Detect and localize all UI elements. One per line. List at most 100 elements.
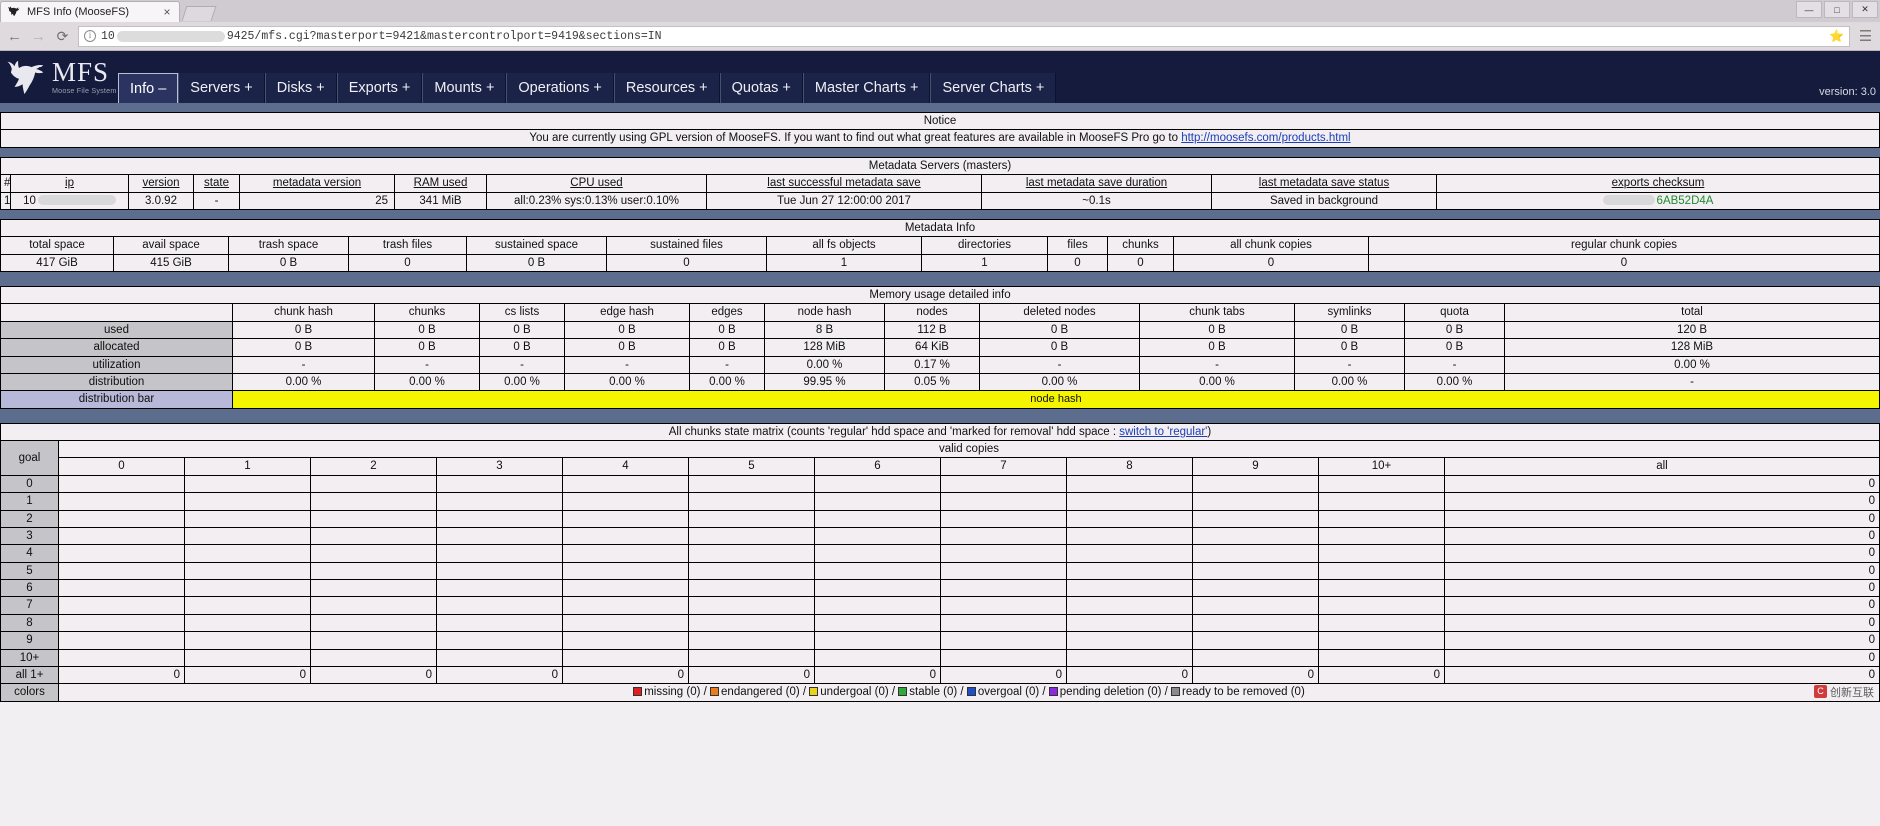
matrix-col-7: 7: [941, 458, 1067, 475]
masters-col-version[interactable]: version: [129, 175, 194, 192]
master-num: 1: [1, 192, 11, 209]
mi-val-sustained-files: 0: [607, 254, 767, 271]
matrix-cell: 0: [185, 666, 311, 683]
nav-tab-mounts[interactable]: Mounts +: [422, 73, 506, 103]
matrix-goal-10+: 10+: [1, 649, 59, 666]
matrix-cell: [941, 493, 1067, 510]
master-save-status: Saved in background: [1212, 192, 1437, 209]
mem-dist-chunk-tabs: 0.00 %: [1140, 373, 1295, 390]
mem-dist-symlinks: 0.00 %: [1295, 373, 1405, 390]
page-info-icon[interactable]: i: [84, 30, 96, 42]
master-ram-used: 341 MiB: [395, 192, 487, 209]
matrix-cell: [563, 545, 689, 562]
matrix-title-before: All chunks state matrix (counts 'regular…: [669, 426, 1119, 438]
matrix-cell: [185, 580, 311, 597]
matrix-cell: [1067, 562, 1193, 579]
back-icon[interactable]: ←: [6, 28, 23, 45]
maximize-icon[interactable]: □: [1824, 1, 1850, 18]
mi-val-trash-space: 0 B: [229, 254, 349, 271]
minimize-icon[interactable]: —: [1796, 1, 1822, 18]
masters-col-ip[interactable]: ip: [11, 175, 129, 192]
nav-tab-server-charts[interactable]: Server Charts +: [930, 73, 1056, 103]
url-text: 10 9425/mfs.cgi?masterport=9421&masterco…: [101, 30, 662, 43]
mem-dist-edges: 0.00 %: [690, 373, 765, 390]
legend-label: overgoal (0): [978, 686, 1039, 698]
mi-col-sustained-files: sustained files: [607, 237, 767, 254]
window-close-icon[interactable]: ✕: [1852, 1, 1878, 18]
masters-col-last-save[interactable]: last successful metadata save: [707, 175, 982, 192]
nav-tab-resources[interactable]: Resources +: [614, 73, 720, 103]
matrix-cell: [1067, 545, 1193, 562]
table-row: all 1+000000000000: [1, 666, 1880, 683]
matrix-cell: 0: [941, 666, 1067, 683]
table-row: 80: [1, 614, 1880, 631]
masters-col-ram-used[interactable]: RAM used: [395, 175, 487, 192]
matrix-cell: [689, 493, 815, 510]
table-row: allocated 0 B 0 B 0 B 0 B 0 B 128 MiB 64…: [1, 339, 1880, 356]
nav-tab-operations[interactable]: Operations +: [506, 73, 613, 103]
matrix-cell: [941, 562, 1067, 579]
address-bar[interactable]: i 10 9425/mfs.cgi?masterport=9421&master…: [78, 26, 1850, 47]
matrix-cell: 0: [1445, 632, 1880, 649]
matrix-title-row: All chunks state matrix (counts 'regular…: [1, 423, 1880, 440]
nav-tab-quotas[interactable]: Quotas +: [720, 73, 803, 103]
matrix-cell: [185, 475, 311, 492]
masters-col-cpu-used[interactable]: CPU used: [487, 175, 707, 192]
matrix-cell: [59, 649, 185, 666]
matrix-cell: [59, 580, 185, 597]
mem-col-symlinks: symlinks: [1295, 304, 1405, 321]
matrix-cell: [311, 597, 437, 614]
nav-tab-disks[interactable]: Disks +: [265, 73, 337, 103]
masters-col-metadata-version[interactable]: metadata version: [240, 175, 395, 192]
master-state: -: [194, 192, 240, 209]
mem-used-edges: 0 B: [690, 321, 765, 338]
moosefs-products-link[interactable]: http://moosefs.com/products.html: [1181, 132, 1350, 144]
matrix-cell: [185, 510, 311, 527]
matrix-cell: [311, 614, 437, 631]
new-tab-button[interactable]: [182, 6, 217, 21]
masters-col-save-duration[interactable]: last metadata save duration: [982, 175, 1212, 192]
matrix-cell: [1193, 614, 1319, 631]
matrix-cell: [1193, 510, 1319, 527]
notice-table: Notice You are currently using GPL versi…: [0, 112, 1880, 148]
masters-col-save-status[interactable]: last metadata save status: [1212, 175, 1437, 192]
table-row: 10: [1, 493, 1880, 510]
matrix-cell: [437, 493, 563, 510]
matrix-cell: [815, 580, 941, 597]
masters-col-state[interactable]: state: [194, 175, 240, 192]
menu-icon[interactable]: ☰: [1857, 27, 1874, 45]
mem-alloc-symlinks: 0 B: [1295, 339, 1405, 356]
matrix-cell: 0: [1445, 527, 1880, 544]
table-row: 417 GiB 415 GiB 0 B 0 0 B 0 1 1 0 0 0 0: [1, 254, 1880, 271]
matrix-cell: [311, 580, 437, 597]
notice-title-row: Notice: [1, 113, 1880, 130]
bookmark-icon[interactable]: ⭐: [1829, 29, 1844, 44]
matrix-colors-row: colors missing (0) / endangered (0) / un…: [1, 684, 1880, 701]
mem-util-quota: -: [1405, 356, 1505, 373]
switch-to-regular-link[interactable]: switch to 'regular': [1119, 426, 1207, 438]
masters-col-exports-checksum[interactable]: exports checksum: [1437, 175, 1880, 192]
forward-icon[interactable]: →: [30, 28, 47, 45]
reload-icon[interactable]: ⟳: [54, 28, 71, 45]
mem-util-symlinks: -: [1295, 356, 1405, 373]
browser-tab[interactable]: MFS Info (MooseFS) ×: [0, 1, 180, 22]
legend-swatch-icon: [898, 687, 907, 696]
nav-tab-servers[interactable]: Servers +: [178, 73, 264, 103]
matrix-col-4: 4: [563, 458, 689, 475]
nav-tab-info[interactable]: Info –: [118, 73, 178, 103]
nav-tab-exports[interactable]: Exports +: [337, 73, 423, 103]
matrix-cell: [1319, 597, 1445, 614]
matrix-cell: [1319, 510, 1445, 527]
mem-col-blank: [1, 304, 233, 321]
close-icon[interactable]: ×: [161, 6, 173, 18]
matrix-cell: [1319, 475, 1445, 492]
matrix-cell: [1193, 632, 1319, 649]
mi-val-files: 0: [1048, 254, 1108, 271]
mem-row-label-allocated: allocated: [1, 339, 233, 356]
mem-col-chunk-hash: chunk hash: [233, 304, 375, 321]
notice-text: You are currently using GPL version of M…: [1, 130, 1880, 147]
section-divider-4: [0, 272, 1880, 286]
nav-tab-master-charts[interactable]: Master Charts +: [803, 73, 931, 103]
table-row: 90: [1, 632, 1880, 649]
mem-used-total: 120 B: [1505, 321, 1880, 338]
